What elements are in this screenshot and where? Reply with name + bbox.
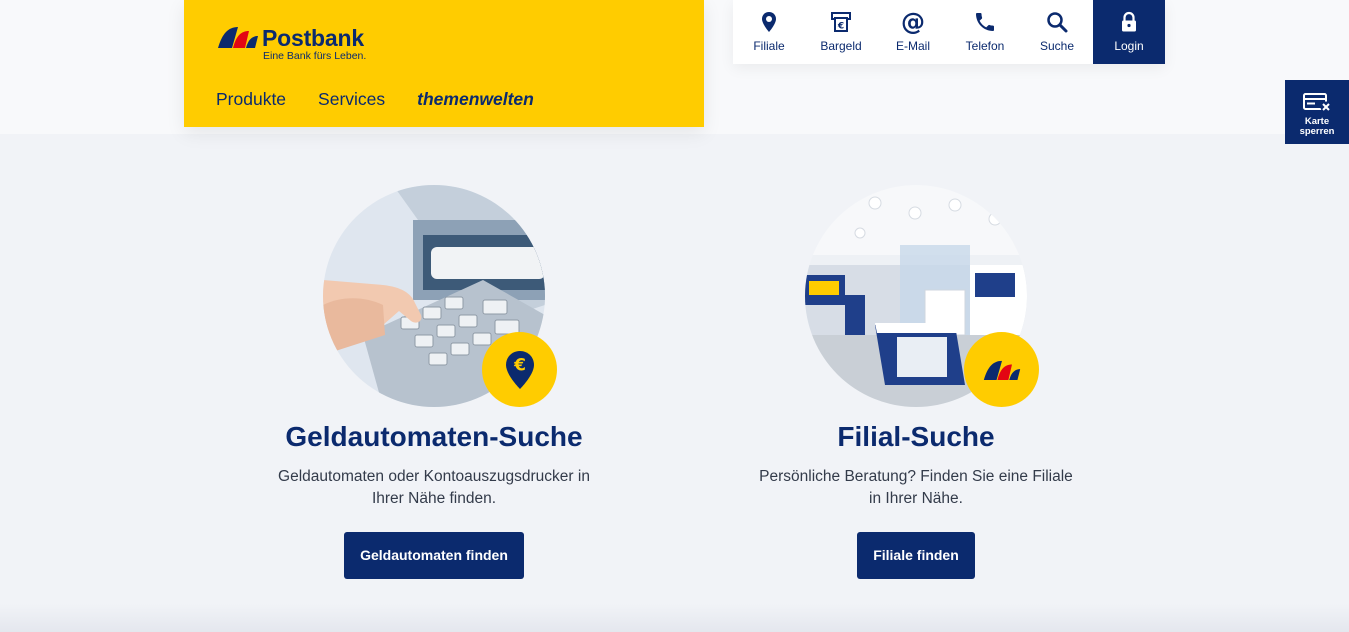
svg-text:€: € bbox=[837, 22, 844, 32]
main-nav: Produkte Services themenwelten bbox=[216, 88, 534, 110]
postbank-logo[interactable]: Postbank Eine Bank fürs Leben. bbox=[216, 24, 366, 62]
brand-name: Postbank bbox=[262, 25, 364, 51]
brand-tagline: Eine Bank fürs Leben. bbox=[263, 50, 367, 62]
euro-pin-badge: € bbox=[482, 332, 557, 407]
find-branch-button[interactable]: Filiale finden bbox=[857, 532, 975, 579]
branch-search-text-line1: Persönliche Beratung? Finden Sie eine Fi… bbox=[759, 468, 1073, 485]
brand-header: Postbank Eine Bank fürs Leben. Produkte … bbox=[184, 0, 704, 127]
find-atm-button[interactable]: Geldautomaten finden bbox=[344, 532, 524, 579]
postbank-logo-icon bbox=[983, 360, 1020, 380]
euro-pin-icon: € bbox=[505, 350, 534, 389]
util-login-label: Login bbox=[1114, 39, 1144, 53]
atm-search-card: € Geldautomaten-Suche Geldautomaten oder… bbox=[234, 185, 634, 579]
map-pin-icon bbox=[762, 12, 776, 32]
karte-sperren-button[interactable]: Karte sperren bbox=[1285, 80, 1349, 144]
util-login[interactable]: Login bbox=[1093, 0, 1165, 64]
util-email-label: E-Mail bbox=[895, 39, 930, 53]
card-block-icon bbox=[1303, 93, 1332, 113]
util-telefon[interactable]: Telefon bbox=[949, 0, 1021, 64]
util-suche-label: Suche bbox=[1039, 39, 1075, 53]
phone-icon bbox=[976, 13, 994, 31]
util-email[interactable]: @ E-Mail bbox=[877, 0, 949, 64]
karte-sperren-line2: sperren bbox=[1299, 126, 1335, 137]
nav-themenwelten[interactable]: themenwelten bbox=[417, 88, 534, 110]
util-bargeld[interactable]: € Bargeld bbox=[805, 0, 877, 64]
svg-text:€: € bbox=[513, 355, 526, 375]
atm-search-text-line1: Geldautomaten oder Kontoauszugsdrucker i… bbox=[278, 468, 590, 485]
util-suche[interactable]: Suche bbox=[1021, 0, 1093, 64]
util-filiale[interactable]: Filiale bbox=[733, 0, 805, 64]
branch-search-title: Filial-Suche bbox=[837, 421, 995, 452]
nav-themenwelten-bold: themen bbox=[417, 89, 480, 109]
nav-services[interactable]: Services bbox=[318, 88, 385, 110]
svg-text:@: @ bbox=[901, 10, 925, 34]
nav-produkte[interactable]: Produkte bbox=[216, 88, 286, 110]
atm-search-text: Geldautomaten oder Kontoauszugsdrucker i… bbox=[249, 466, 619, 510]
util-bargeld-label: Bargeld bbox=[820, 39, 862, 53]
utility-nav: Filiale € Bargeld @ E-Mail Telefon Suche… bbox=[733, 0, 1165, 64]
cash-icon: € bbox=[831, 12, 851, 32]
postbank-logo-icon bbox=[218, 27, 258, 48]
atm-search-title: Geldautomaten-Suche bbox=[285, 421, 583, 452]
util-telefon-label: Telefon bbox=[965, 39, 1005, 53]
page: Postbank Eine Bank fürs Leben. Produkte … bbox=[0, 0, 1349, 632]
nav-themenwelten-rest: welten bbox=[479, 89, 534, 109]
at-sign-icon: @ bbox=[901, 10, 925, 34]
atm-search-text-line2: Ihrer Nähe finden. bbox=[371, 490, 497, 507]
branch-search-card: Filial-Suche Persönliche Beratung? Finde… bbox=[716, 185, 1116, 579]
lock-icon bbox=[1122, 11, 1136, 32]
postbank-badge bbox=[964, 332, 1039, 407]
section-divider bbox=[0, 604, 1349, 632]
branch-search-text-line2: in Ihrer Nähe. bbox=[869, 490, 963, 507]
search-icon bbox=[1047, 12, 1068, 33]
main-area bbox=[0, 134, 1349, 632]
util-filiale-label: Filiale bbox=[753, 39, 785, 53]
branch-search-text: Persönliche Beratung? Finden Sie eine Fi… bbox=[731, 466, 1101, 510]
